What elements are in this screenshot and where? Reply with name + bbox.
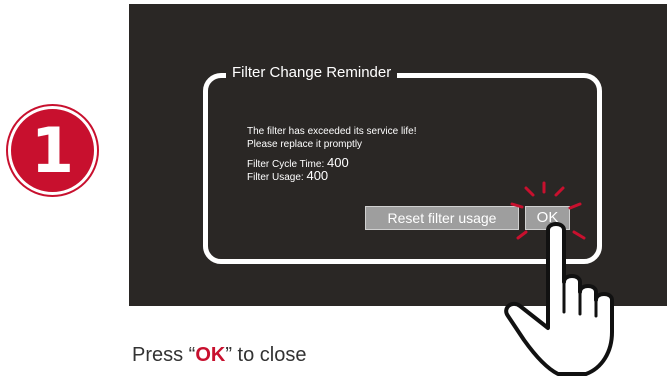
instruction-caption: Press “OK” to close <box>132 344 307 366</box>
dialog-title: Filter Change Reminder <box>226 62 398 84</box>
step-number: 1 <box>30 113 75 187</box>
filter-usage-row: Filter Usage: 400 <box>247 169 328 184</box>
filter-usage-value: 400 <box>306 168 329 183</box>
filter-usage-label: Filter Usage: <box>247 172 304 183</box>
hand-pointer-icon <box>504 222 614 376</box>
filter-cycle-value: 400 <box>327 155 349 170</box>
dialog-message-line2: Please replace it promptly <box>247 139 363 150</box>
reset-filter-usage-button[interactable]: Reset filter usage <box>365 206 519 230</box>
caption-ok-highlight: OK <box>195 344 226 366</box>
caption-prefix: Press “ <box>132 344 196 366</box>
dialog-message-line1: The filter has exceeded its service life… <box>247 126 417 137</box>
caption-suffix: ” to close <box>225 344 307 366</box>
step-number-badge: 1 <box>8 106 97 195</box>
